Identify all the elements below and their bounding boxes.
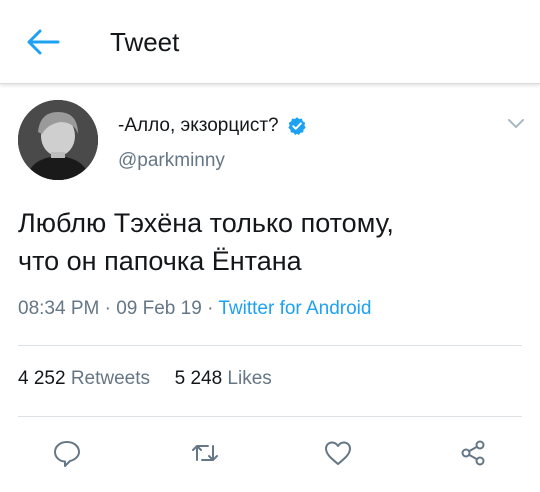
back-arrow-icon[interactable] (24, 28, 60, 56)
tweet-stats: 4 252 Retweets 5 248 Likes (18, 368, 272, 390)
top-bar: Tweet (0, 0, 540, 84)
tweet-date: 09 Feb 19 (116, 298, 202, 319)
tweet-meta: 08:34 PM · 09 Feb 19 · Twitter for Andro… (18, 298, 371, 320)
retweet-icon[interactable] (190, 438, 220, 468)
user-handle[interactable]: @parkminny (118, 150, 225, 172)
divider (18, 416, 522, 417)
retweets-count: 4 252 (18, 368, 66, 389)
tweet-text-line: что он папочка Ёнтана (18, 246, 302, 276)
user-name-row[interactable]: -Алло, экзорцист? (118, 112, 307, 140)
meta-separator: · (207, 298, 219, 319)
tweet-text-line: Люблю Тэхёна только потому, (18, 208, 394, 238)
tweet-actions (0, 432, 540, 476)
likes-stat[interactable]: 5 248 Likes (175, 368, 272, 389)
meta-separator: · (104, 298, 117, 319)
tweet-source-link[interactable]: Twitter for Android (218, 298, 371, 319)
verified-badge-icon (287, 117, 306, 135)
retweets-label: Retweets (70, 368, 151, 389)
user-display-name[interactable]: -Алло, экзорцист? (118, 115, 279, 137)
retweets-stat[interactable]: 4 252 Retweets (18, 368, 150, 389)
page-title: Tweet (110, 27, 180, 57)
avatar-photo (18, 100, 98, 180)
avatar[interactable] (18, 100, 98, 180)
likes-count: 5 248 (174, 368, 223, 389)
share-icon[interactable] (458, 438, 488, 468)
like-icon[interactable] (323, 438, 353, 468)
likes-label: Likes (227, 368, 272, 389)
reply-icon[interactable] (52, 438, 82, 468)
tweet-time: 08:34 PM (18, 298, 100, 319)
divider (18, 345, 522, 346)
tweet-text: Люблю Тэхёна только потому, что он папоч… (18, 204, 528, 280)
chevron-down-icon[interactable] (506, 116, 526, 130)
